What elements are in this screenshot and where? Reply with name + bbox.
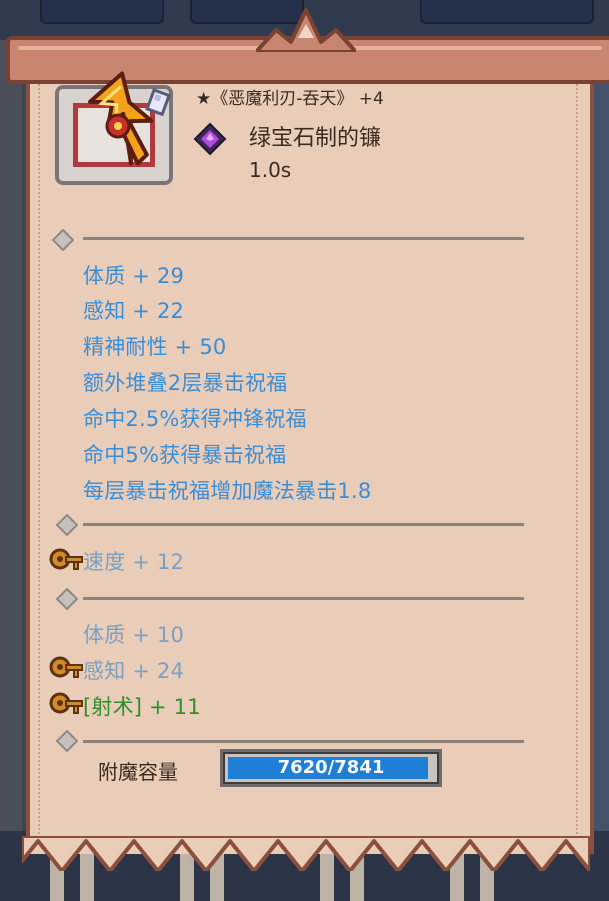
rune-key-icon	[49, 692, 83, 714]
background-tile	[420, 0, 594, 24]
attack-speed-value: 1.0s	[249, 158, 292, 182]
crown-ornament-icon	[256, 8, 356, 52]
item-name: ★《恶魔利刃-吞天》 +4	[196, 89, 384, 109]
stat-line: 额外堆叠2层暴击祝福	[83, 371, 288, 395]
rune-key-icon	[49, 548, 83, 570]
background-tile	[40, 0, 164, 24]
card-bottom-zigzag	[22, 836, 590, 871]
section-divider	[83, 740, 524, 743]
enchant-capacity-value: 7620/7841	[277, 757, 385, 778]
diamond-icon	[56, 730, 78, 752]
stat-line: 速度 + 12	[83, 550, 185, 574]
stat-line: 命中5%获得暴击祝福	[83, 443, 287, 467]
stat-line: 每层暴击祝福增加魔法暴击1.8	[83, 479, 372, 503]
diamond-icon	[56, 588, 78, 610]
section-divider	[83, 523, 524, 526]
purple-gem-icon	[193, 122, 227, 156]
diamond-icon	[52, 229, 74, 251]
section-divider	[83, 237, 524, 240]
gem-type-label: 绿宝石制的镰	[249, 126, 382, 151]
stat-line: 感知 + 24	[83, 659, 185, 683]
stat-line: [射术] + 11	[83, 695, 201, 719]
section-divider	[83, 597, 524, 600]
stat-line: 体质 + 29	[83, 264, 185, 288]
stat-line: 精神耐性 + 50	[83, 335, 227, 359]
rune-key-icon	[49, 656, 83, 678]
stat-line: 命中2.5%获得冲锋祝福	[83, 407, 307, 431]
diamond-icon	[56, 514, 78, 536]
enchant-capacity-label: 附魔容量	[98, 760, 178, 784]
stat-line: 感知 + 22	[83, 299, 185, 323]
stat-line: 体质 + 10	[83, 623, 185, 647]
demon-blade-icon	[88, 71, 171, 166]
enchant-capacity-bar: 7620/7841	[220, 749, 442, 787]
